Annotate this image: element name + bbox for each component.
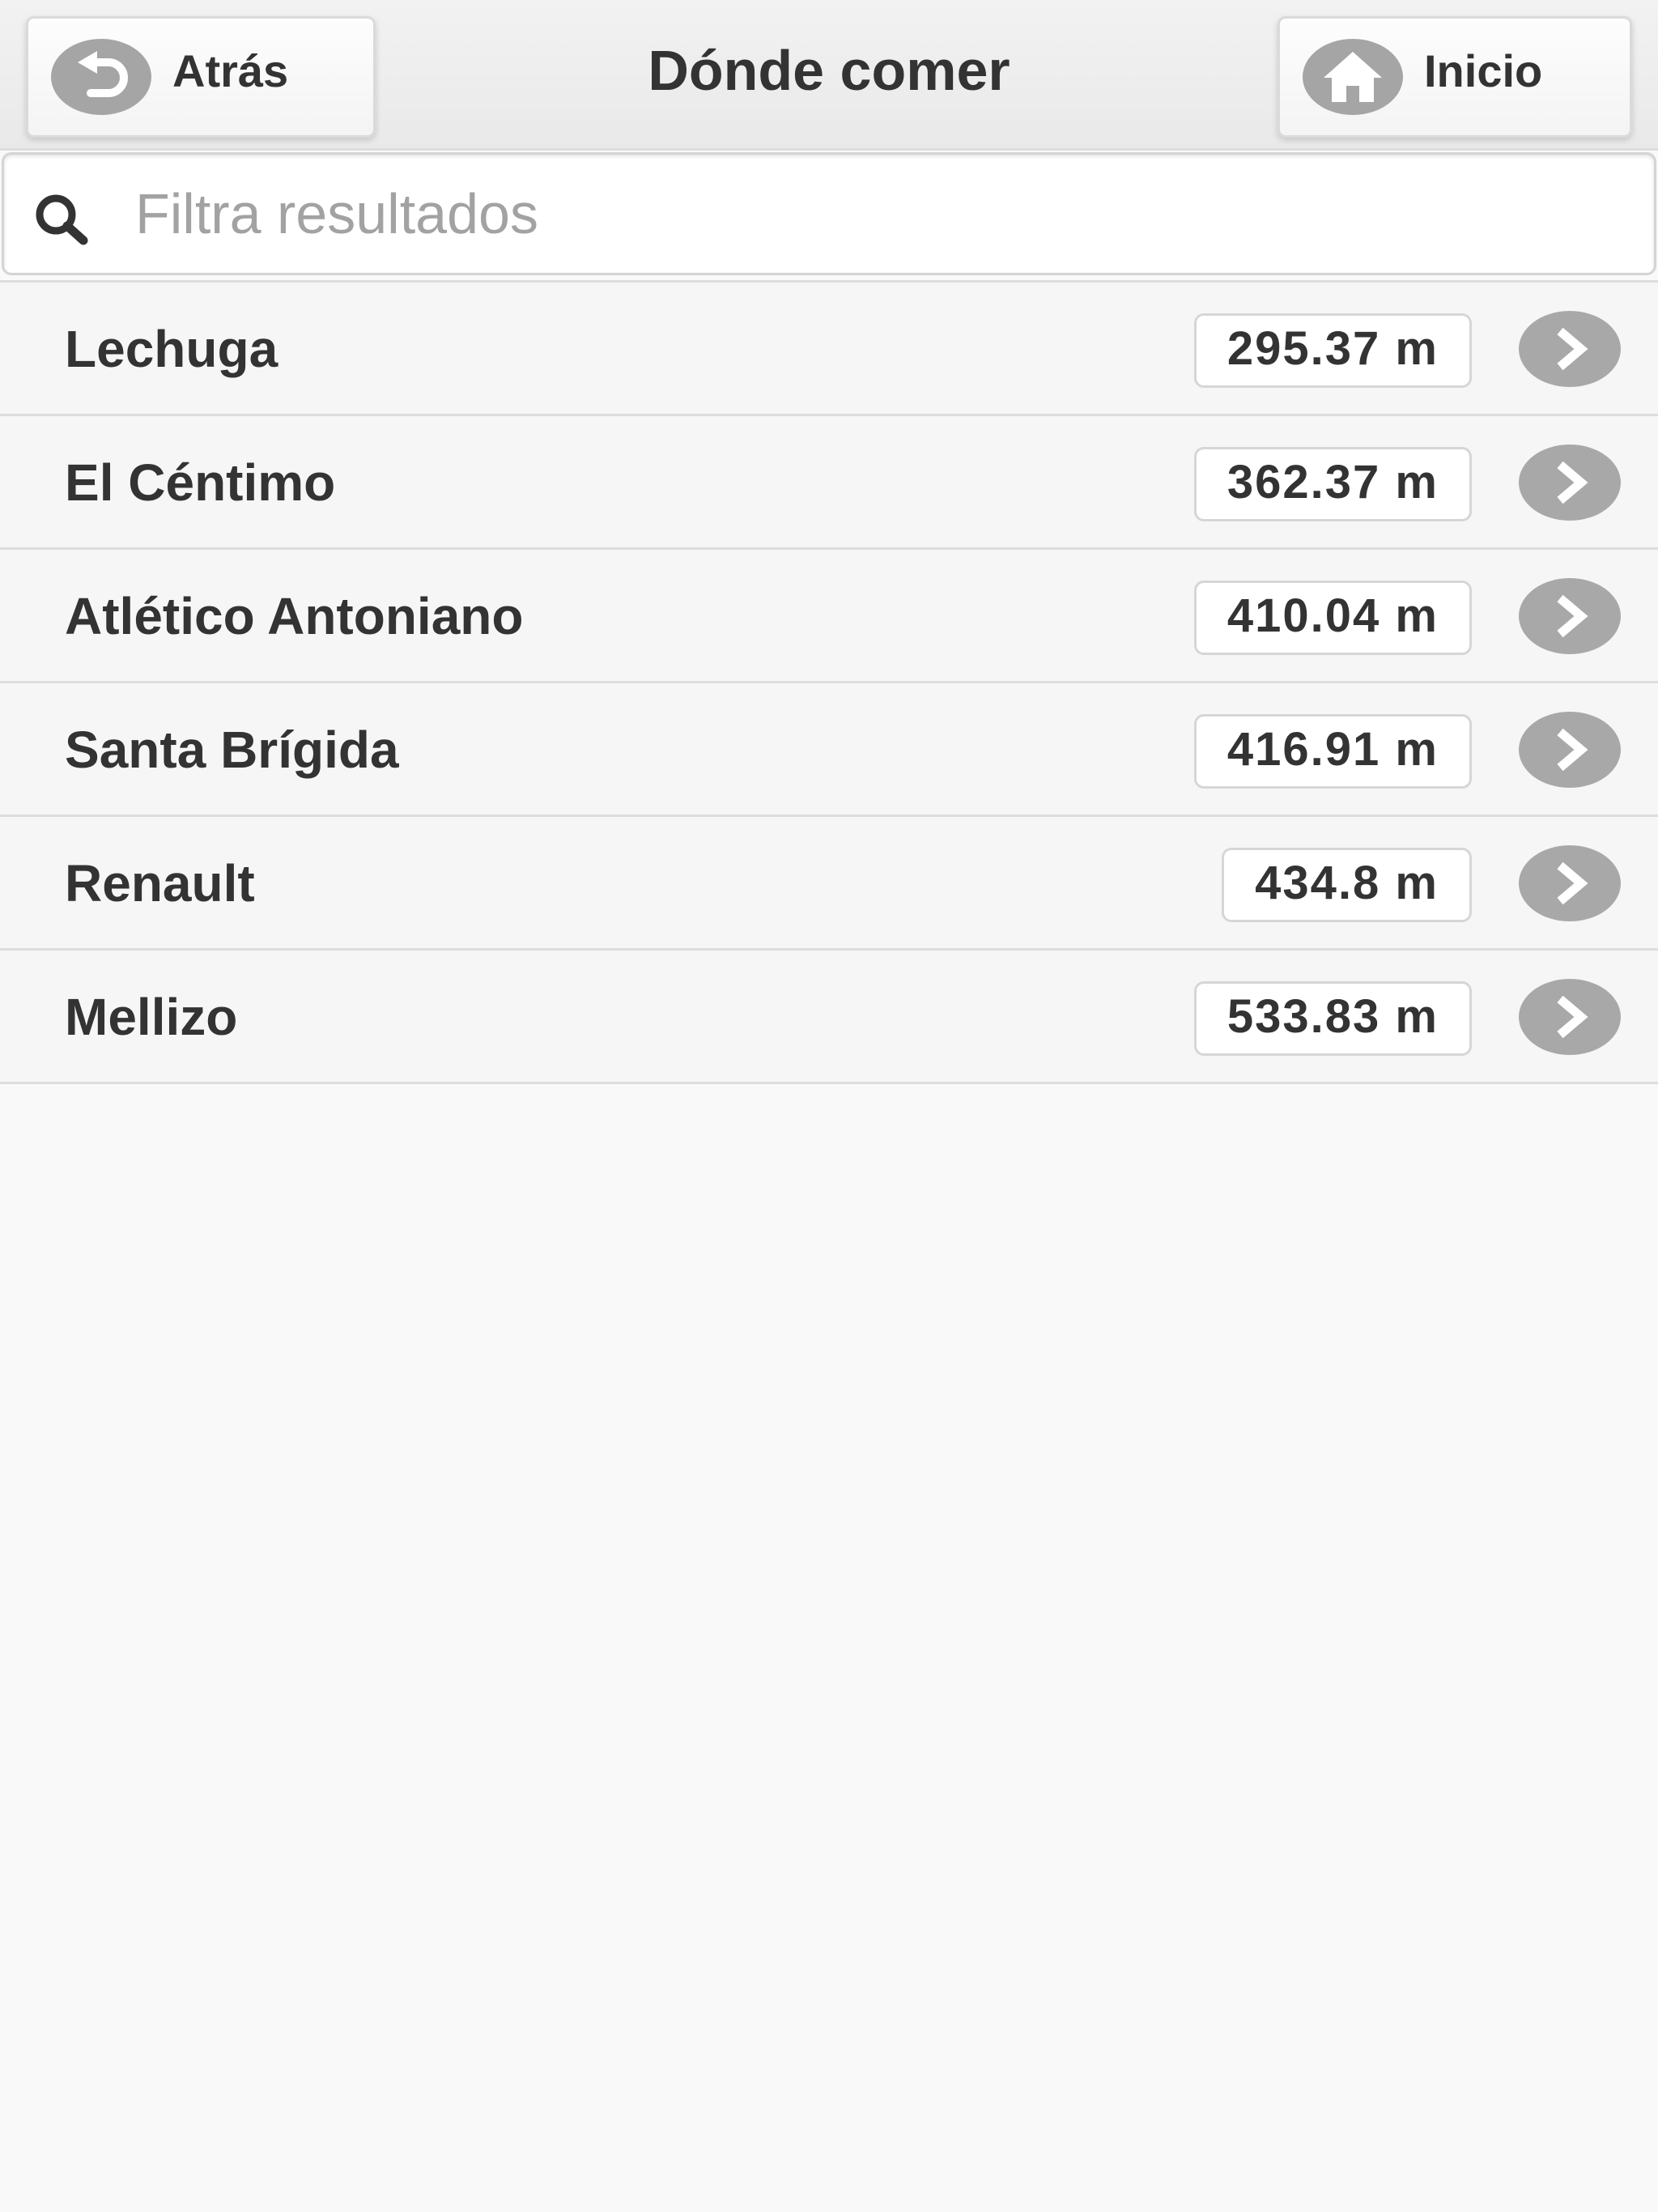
chevron-right-icon: [1519, 979, 1621, 1055]
item-name: Mellizo: [65, 988, 238, 1046]
list-item[interactable]: Lechuga 295.37 m: [0, 283, 1658, 416]
search-input[interactable]: [135, 155, 1625, 273]
list-item[interactable]: Santa Brígida 416.91 m: [0, 683, 1658, 817]
item-name: Renault: [65, 854, 255, 912]
item-name: Atlético Antoniano: [65, 587, 524, 645]
back-arrow-icon: [51, 39, 151, 115]
header-bar: Atrás Dónde comer Inicio: [0, 0, 1658, 151]
chevron-right-icon: [1519, 445, 1621, 521]
home-button-label: Inicio: [1424, 45, 1543, 96]
back-button-label: Atrás: [172, 45, 289, 96]
chevron-right-icon: [1519, 712, 1621, 788]
search-icon: [30, 190, 98, 247]
distance-badge: 410.04 m: [1193, 581, 1472, 655]
chevron-right-icon: [1519, 845, 1621, 921]
list-item[interactable]: Atlético Antoniano 410.04 m: [0, 550, 1658, 683]
distance-badge: 295.37 m: [1193, 313, 1472, 388]
list-item[interactable]: El Céntimo 362.37 m: [0, 416, 1658, 550]
item-name: El Céntimo: [65, 453, 336, 512]
list-item[interactable]: Mellizo 533.83 m: [0, 951, 1658, 1084]
page-title: Dónde comer: [648, 39, 1010, 102]
chevron-right-icon: [1519, 578, 1621, 654]
item-name: Santa Brígida: [65, 721, 399, 779]
chevron-right-icon: [1519, 311, 1621, 387]
home-button[interactable]: Inicio: [1278, 16, 1632, 138]
results-list: Lechuga 295.37 m El Céntimo 362.37 m Atl…: [0, 280, 1658, 1084]
home-icon: [1303, 39, 1403, 115]
distance-badge: 533.83 m: [1193, 981, 1472, 1056]
distance-badge: 416.91 m: [1193, 714, 1472, 789]
item-name: Lechuga: [65, 320, 278, 378]
search-bar: [2, 152, 1656, 275]
back-button[interactable]: Atrás: [26, 16, 376, 138]
distance-badge: 362.37 m: [1193, 447, 1472, 521]
distance-badge: 434.8 m: [1222, 848, 1472, 922]
list-item[interactable]: Renault 434.8 m: [0, 817, 1658, 951]
